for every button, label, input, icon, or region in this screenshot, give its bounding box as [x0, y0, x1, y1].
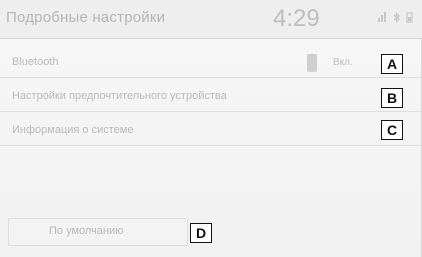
- bluetooth-icon: [393, 12, 400, 26]
- system-information-label: Информация о системе: [12, 124, 134, 136]
- signal-icon: [378, 12, 387, 26]
- bluetooth-toggle-indicator[interactable]: [307, 54, 317, 72]
- default-button-label: По умолчанию: [49, 225, 124, 237]
- callout-marker-d: D: [190, 223, 212, 243]
- page-title: Подробные настройки: [6, 9, 166, 26]
- default-button[interactable]: По умолчанию: [8, 218, 188, 246]
- bluetooth-label: Bluetooth: [12, 56, 59, 68]
- callout-marker-a: A: [381, 54, 403, 74]
- detailed-settings-screen: Подробные настройки 4:29 Bluetooth Вкл. …: [0, 0, 422, 257]
- clock: 4:29: [273, 5, 320, 32]
- bluetooth-setting-row[interactable]: Bluetooth Вкл.: [0, 48, 422, 78]
- preferred-device-settings-label: Настройки предпочтительного устройства: [12, 90, 227, 102]
- callout-marker-c: C: [381, 120, 403, 140]
- callout-marker-b: B: [381, 88, 403, 108]
- status-icons: [378, 12, 413, 26]
- preferred-device-settings-row[interactable]: Настройки предпочтительного устройства: [0, 82, 422, 112]
- battery-icon: [406, 12, 413, 26]
- header-bar: Подробные настройки 4:29: [0, 0, 422, 39]
- system-information-row[interactable]: Информация о системе: [0, 116, 422, 146]
- bluetooth-toggle-state[interactable]: Вкл.: [333, 57, 353, 68]
